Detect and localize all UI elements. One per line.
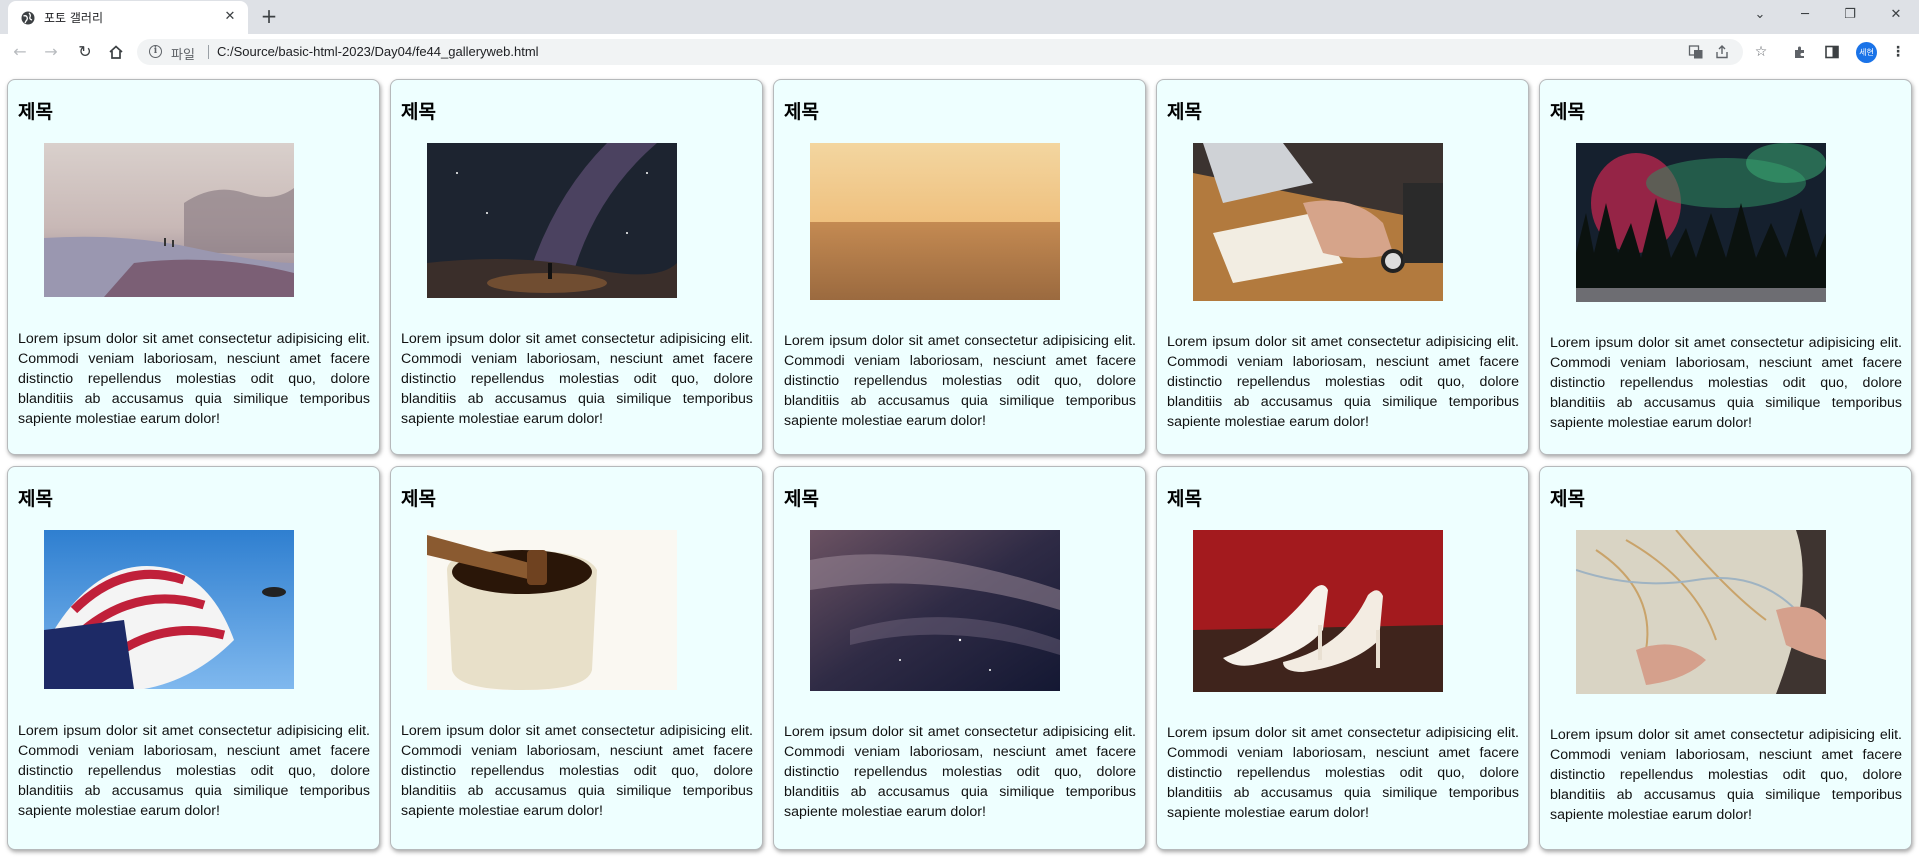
extensions-icon[interactable] xyxy=(1790,42,1810,62)
profile-avatar[interactable]: 세현 xyxy=(1856,42,1877,63)
bookmark-star-icon[interactable]: ☆ xyxy=(1751,42,1771,62)
gallery-card: 제목 Lorem ipsum dolor sit amet consectetu… xyxy=(390,466,763,850)
minimize-icon[interactable]: ─ xyxy=(1791,4,1819,26)
card-title: 제목 xyxy=(18,101,53,123)
gallery-card: 제목 Lorem ipsum dolor sit amet consectetu… xyxy=(390,79,763,455)
night-sky-photo xyxy=(810,530,1060,691)
beach-photo xyxy=(44,143,294,297)
tab-title: 포토 갤러리 xyxy=(44,11,104,25)
menu-kebab-icon[interactable]: ⋮ xyxy=(1888,42,1908,62)
card-title: 제목 xyxy=(401,488,436,510)
laptop-writing-photo xyxy=(1193,143,1443,301)
gallery-card: 제목 Lorem ipsum dolor sit amet consectetu… xyxy=(1156,466,1529,850)
gallery-card: 제목 Lorem ipsum dolor sit amet consectetu… xyxy=(1539,79,1912,455)
photo-gallery: 제목 Lorem ipsum dolor sit amet consectetu… xyxy=(0,70,1919,857)
honey-photo xyxy=(427,530,677,690)
card-title: 제목 xyxy=(1167,101,1202,123)
gallery-card: 제목 Lorem ipsum dolor sit amet consectetu… xyxy=(7,466,380,850)
card-title: 제목 xyxy=(784,101,819,123)
card-description: Lorem ipsum dolor sit amet consectetur a… xyxy=(784,724,1136,820)
address-bar[interactable]: i 파일 C:/Source/basic-html-2023/Day04/fe4… xyxy=(137,39,1743,65)
globe-icon xyxy=(20,10,36,26)
map-photo xyxy=(1576,530,1826,694)
new-tab-button[interactable]: + xyxy=(258,6,280,28)
card-description: Lorem ipsum dolor sit amet consectetur a… xyxy=(18,331,370,427)
card-description: Lorem ipsum dolor sit amet consectetur a… xyxy=(1550,335,1902,431)
card-description: Lorem ipsum dolor sit amet consectetur a… xyxy=(1167,334,1519,430)
translate-icon[interactable] xyxy=(1688,44,1704,60)
browser-toolbar: ← → ↻ i 파일 C:/Source/basic-html-2023/Day… xyxy=(0,34,1919,70)
info-icon[interactable]: i xyxy=(149,45,162,58)
side-panel-icon[interactable] xyxy=(1822,42,1842,62)
browser-tab[interactable]: 포토 갤러리 ✕ xyxy=(8,1,248,34)
card-title: 제목 xyxy=(18,488,53,510)
card-title: 제목 xyxy=(1550,488,1585,510)
home-icon[interactable] xyxy=(106,42,126,62)
forward-icon[interactable]: → xyxy=(41,42,61,62)
card-title: 제목 xyxy=(1167,488,1202,510)
reload-icon[interactable]: ↻ xyxy=(75,42,95,62)
card-title: 제목 xyxy=(784,488,819,510)
card-title: 제목 xyxy=(401,101,436,123)
close-window-icon[interactable]: ✕ xyxy=(1882,4,1910,26)
back-icon[interactable]: ← xyxy=(10,42,30,62)
gallery-card: 제목 Lorem ipsum dolor sit amet consectetu… xyxy=(773,79,1146,455)
aurora-photo xyxy=(1576,143,1826,302)
gallery-card: 제목 Lorem ipsum dolor sit amet consectetu… xyxy=(773,466,1146,850)
gallery-card: 제목 Lorem ipsum dolor sit amet consectetu… xyxy=(7,79,380,455)
card-title: 제목 xyxy=(1550,101,1585,123)
card-description: Lorem ipsum dolor sit amet consectetur a… xyxy=(18,723,370,819)
milky-way-photo xyxy=(427,143,677,298)
flag-photo xyxy=(44,530,294,689)
card-description: Lorem ipsum dolor sit amet consectetur a… xyxy=(401,331,753,427)
card-description: Lorem ipsum dolor sit amet consectetur a… xyxy=(1167,725,1519,821)
tab-search-icon[interactable]: ⌄ xyxy=(1746,4,1774,26)
address-divider xyxy=(208,45,209,59)
restore-icon[interactable]: ❐ xyxy=(1836,4,1864,26)
scheme-label: 파일 xyxy=(171,48,195,63)
card-description: Lorem ipsum dolor sit amet consectetur a… xyxy=(784,333,1136,429)
gallery-card: 제목 Lorem ipsum dolor sit amet consectetu… xyxy=(1156,79,1529,455)
card-description: Lorem ipsum dolor sit amet consectetur a… xyxy=(1550,727,1902,823)
url-text[interactable]: C:/Source/basic-html-2023/Day04/fe44_gal… xyxy=(217,44,539,59)
white-shoes-photo xyxy=(1193,530,1443,692)
card-description: Lorem ipsum dolor sit amet consectetur a… xyxy=(401,723,753,819)
close-tab-icon[interactable]: ✕ xyxy=(222,9,238,25)
gallery-card: 제목 Lorem ipsum dolor sit amet consectetu… xyxy=(1539,466,1912,850)
desert-photo xyxy=(810,143,1060,300)
tab-strip: 포토 갤러리 ✕ + ⌄ ─ ❐ ✕ xyxy=(0,0,1919,34)
